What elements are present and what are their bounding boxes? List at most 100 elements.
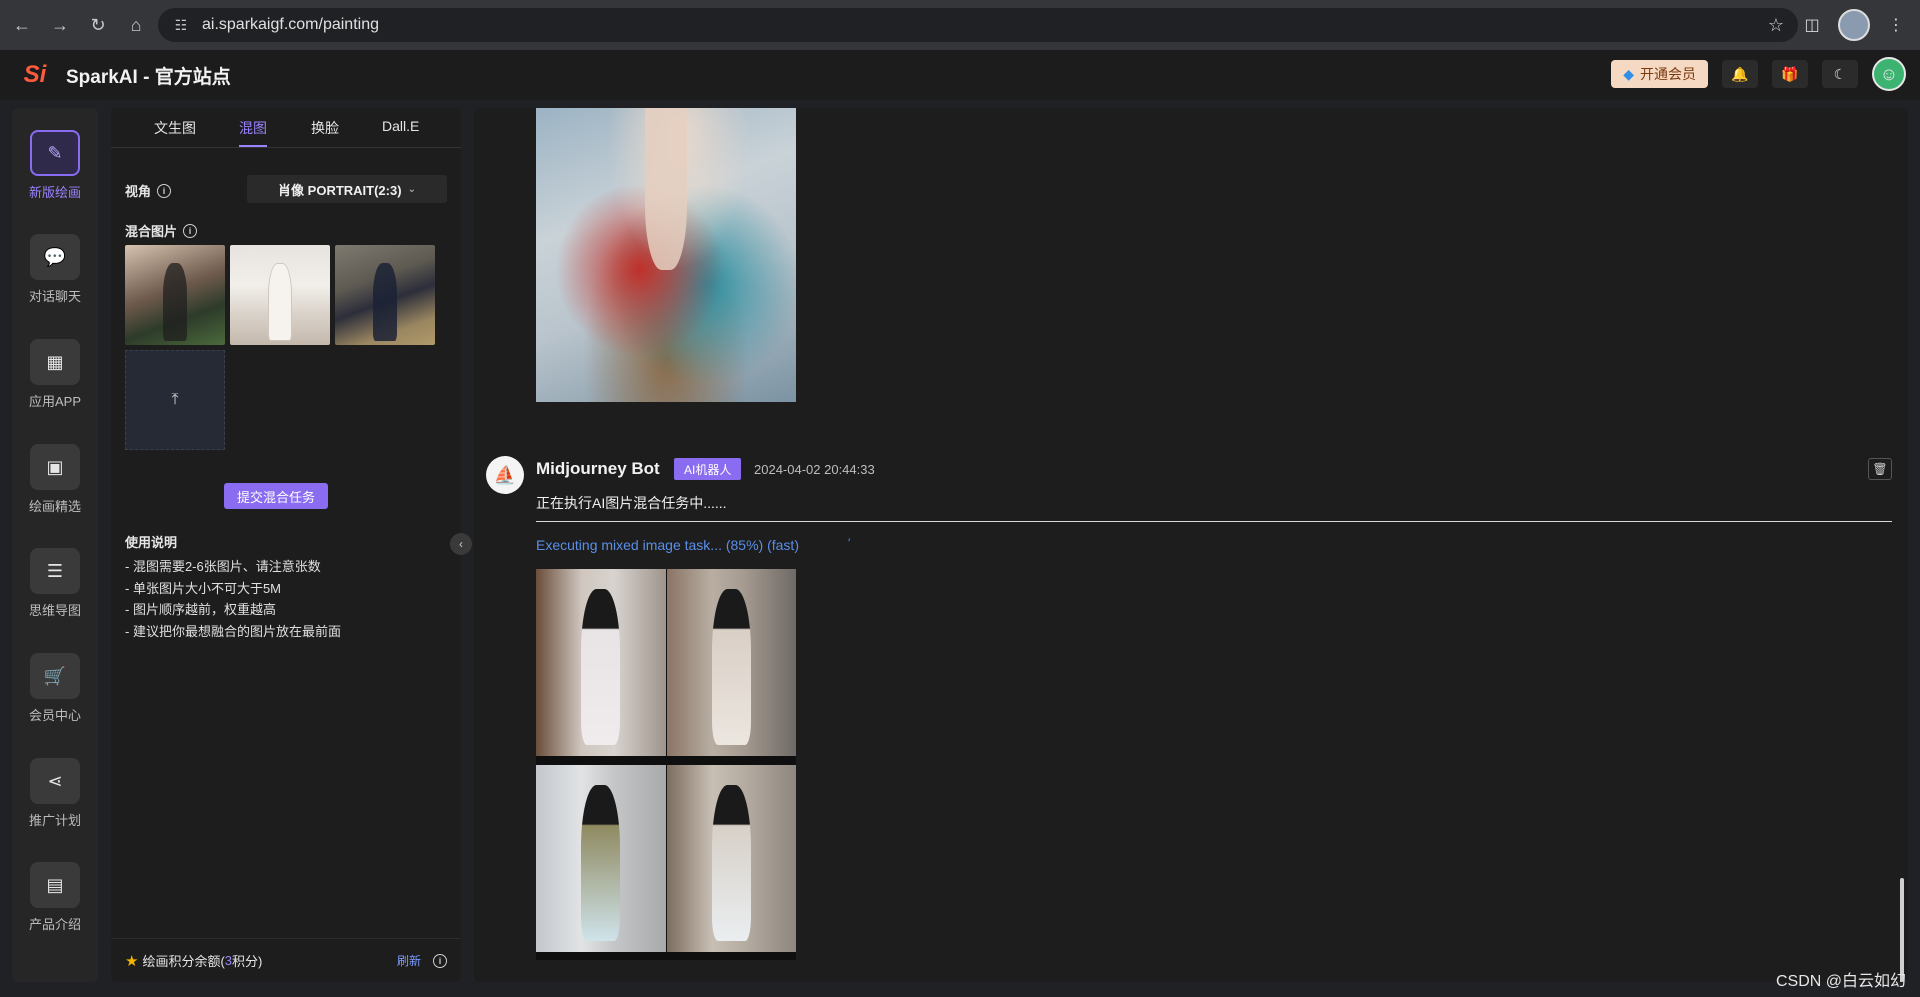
url-text: ai.sparkaigf.com/painting xyxy=(202,16,379,33)
user-avatar[interactable]: ☺ xyxy=(1872,57,1906,91)
site-settings-icon[interactable]: ☷ xyxy=(172,16,190,34)
scrollbar[interactable] xyxy=(1900,268,1904,982)
nav-label: 推广计划 xyxy=(28,813,81,828)
nav-item-apps[interactable]: ▦ 应用APP xyxy=(12,339,98,429)
grid-cell xyxy=(536,569,666,764)
app-title: SparkAI - 官方站点 xyxy=(66,66,231,88)
logo[interactable]: Si xyxy=(18,58,52,92)
info-icon[interactable]: i xyxy=(183,223,198,238)
usage-line: - 单张图片大小不可大于5M xyxy=(125,581,282,596)
diamond-icon: ◆ xyxy=(1623,65,1634,82)
bookmark-star-icon[interactable]: ☆ xyxy=(1768,15,1784,36)
share-icon: ⋖ xyxy=(30,758,80,804)
sidepanel-icon[interactable]: ◫ xyxy=(1796,9,1828,41)
message-timestamp: 2024-04-02 20:44:33 xyxy=(754,462,875,477)
balance-value: 3 xyxy=(224,953,233,968)
balance-suffix: 积分) xyxy=(232,954,263,969)
tab-blend[interactable]: 混图 xyxy=(239,118,267,138)
tab-face-swap[interactable]: 换脸 xyxy=(311,118,339,138)
mix-image-thumbnail[interactable] xyxy=(230,245,330,345)
info-icon[interactable]: i xyxy=(157,183,172,198)
nav-item-mindmap[interactable]: ☰ 思维导图 xyxy=(12,548,98,638)
settings-panel: 文生图 混图 换脸 Dall.E 视角 i 肖像 PORTRAIT(2:3) ⌄… xyxy=(111,108,461,982)
dark-mode-moon-icon[interactable]: ☾ xyxy=(1822,60,1858,88)
blend-result-grid-image[interactable] xyxy=(536,569,796,960)
view-label: 视角 xyxy=(125,184,152,199)
delete-trash-icon[interactable]: 🗑 xyxy=(1868,458,1892,480)
profile-icon[interactable] xyxy=(1838,9,1870,41)
chat-icon: 💬 xyxy=(30,234,80,280)
notification-bell-icon[interactable]: 🔔 xyxy=(1722,60,1758,88)
nav-label: 会员中心 xyxy=(28,708,81,723)
watermark: CSDN @白云如幻 xyxy=(1775,973,1906,990)
previous-generated-image[interactable] xyxy=(536,108,796,402)
vip-button[interactable]: ◆ 开通会员 xyxy=(1611,60,1708,88)
left-nav: ✎ 新版绘画 💬 对话聊天 ▦ 应用APP ▣ 绘画精选 ☰ 思维导图 🛒 会员… xyxy=(12,108,98,982)
usage-line: - 混图需要2-6张图片、请注意张数 xyxy=(125,559,321,574)
menu-kebab-icon[interactable]: ⋮ xyxy=(1880,9,1912,41)
vip-label: 开通会员 xyxy=(1640,66,1696,82)
nav-item-chat[interactable]: 💬 对话聊天 xyxy=(12,234,98,324)
view-row: 视角 i xyxy=(125,181,172,200)
bot-avatar-sailboat-icon: ⛵ xyxy=(486,456,524,494)
nav-label: 绘画精选 xyxy=(28,499,81,514)
chevron-down-icon: ⌄ xyxy=(407,183,416,195)
star-icon: ★ xyxy=(125,952,139,970)
nav-label: 对话聊天 xyxy=(28,289,81,304)
home-icon[interactable]: ⌂ xyxy=(120,9,152,41)
bot-name: Midjourney Bot xyxy=(536,459,660,478)
reload-icon[interactable]: ↻ xyxy=(82,9,114,41)
loading-spinner-icon: ′ xyxy=(848,536,851,550)
tab-dalle[interactable]: Dall.E xyxy=(382,118,419,134)
nav-item-promotion[interactable]: ⋖ 推广计划 xyxy=(12,758,98,848)
refresh-link[interactable]: 刷新 xyxy=(397,952,421,969)
balance-footer: ★ 绘画积分余额(3 积分) 刷新 i xyxy=(111,938,461,982)
active-tab-indicator xyxy=(239,145,267,147)
info-icon[interactable]: i xyxy=(433,953,447,968)
nav-item-gallery[interactable]: ▣ 绘画精选 xyxy=(12,444,98,534)
mix-images-label: 混合图片 xyxy=(125,224,178,239)
collapse-panel-chevron-left-icon[interactable]: ‹ xyxy=(450,533,472,555)
address-bar[interactable]: ☷ ai.sparkaigf.com/painting ☆ xyxy=(158,8,1798,42)
mix-image-thumbnail[interactable] xyxy=(125,245,225,345)
nav-label: 新版绘画 xyxy=(28,185,81,200)
result-area: ⛵ Midjourney Bot AI机器人 2024-04-02 20:44:… xyxy=(474,108,1908,982)
upload-icon: ⤒ xyxy=(171,391,179,408)
nav-item-new-painting[interactable]: ✎ 新版绘画 xyxy=(12,130,98,220)
image-upload-dropzone[interactable]: ⤒ xyxy=(125,350,225,450)
bot-badge: AI机器人 xyxy=(674,458,742,480)
tab-text-to-image[interactable]: 文生图 xyxy=(154,118,196,138)
mode-tabs: 文生图 混图 换脸 Dall.E xyxy=(111,108,461,148)
usage-title: 使用说明 xyxy=(125,535,178,550)
nav-label: 产品介绍 xyxy=(28,917,81,932)
grid-cell xyxy=(666,569,796,764)
mix-images-row: 混合图片 i xyxy=(125,221,198,240)
message-text: 正在执行AI图片混合任务中...... xyxy=(536,495,727,511)
submit-blend-button[interactable]: 提交混合任务 xyxy=(224,483,328,509)
grid-cell xyxy=(536,765,666,960)
gift-icon[interactable]: 🎁 xyxy=(1772,60,1808,88)
progress-text: Executing mixed image task... (85%) (fas… xyxy=(536,537,799,553)
app-header: Si SparkAI - 官方站点 ◆ 开通会员 🔔 🎁 ☾ ☺ xyxy=(0,50,1920,100)
nav-item-member-center[interactable]: 🛒 会员中心 xyxy=(12,653,98,743)
nav-label: 思维导图 xyxy=(28,603,81,618)
cart-icon: 🛒 xyxy=(30,653,80,699)
paint-brush-icon: ✎ xyxy=(30,130,80,176)
grid-cell xyxy=(666,765,796,960)
aspect-ratio-select[interactable]: 肖像 PORTRAIT(2:3) ⌄ xyxy=(247,175,447,203)
nav-item-product-intro[interactable]: ▤ 产品介绍 xyxy=(12,862,98,952)
mindmap-icon: ☰ xyxy=(30,548,80,594)
gallery-icon: ▣ xyxy=(30,444,80,490)
nav-label: 应用APP xyxy=(28,394,81,409)
aspect-ratio-value: 肖像 PORTRAIT(2:3) xyxy=(278,182,402,198)
forward-icon[interactable]: → xyxy=(44,9,76,41)
back-icon[interactable]: ← xyxy=(6,9,38,41)
apps-grid-icon: ▦ xyxy=(30,339,80,385)
mix-image-thumbnail[interactable] xyxy=(335,245,435,345)
divider xyxy=(536,521,1892,522)
product-icon: ▤ xyxy=(30,862,80,908)
browser-toolbar: ← → ↻ ⌂ ☷ ai.sparkaigf.com/painting ☆ ◫ … xyxy=(0,0,1920,50)
usage-line: - 建议把你最想融合的图片放在最前面 xyxy=(125,624,341,639)
balance-prefix: 绘画积分余额( xyxy=(142,954,225,969)
usage-line: - 图片顺序越前，权重越高 xyxy=(125,602,276,617)
